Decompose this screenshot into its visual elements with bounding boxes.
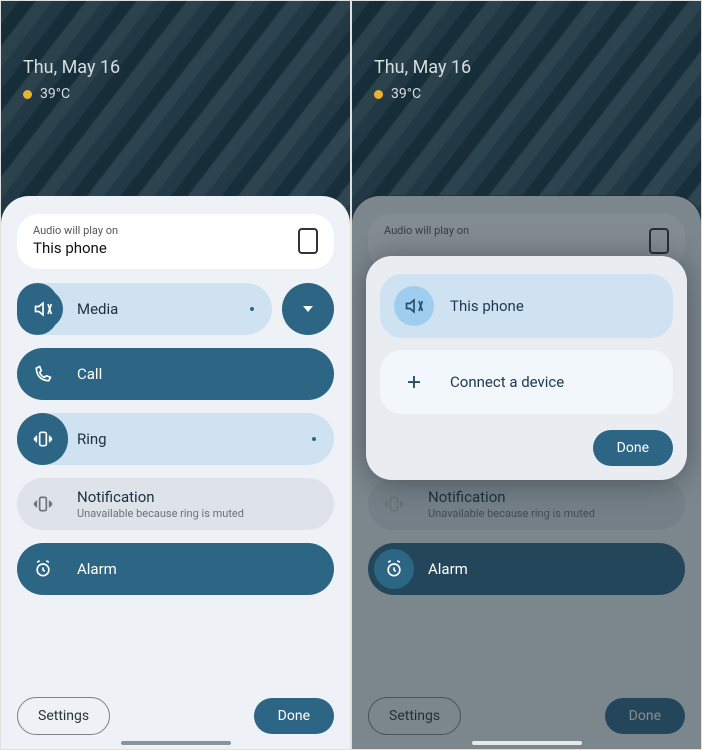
lockscreen-status: Thu, May 16 39°C bbox=[374, 57, 471, 102]
settings-button: Settings bbox=[368, 697, 461, 735]
weather-sun-icon bbox=[374, 90, 383, 99]
weather-row: 39°C bbox=[374, 86, 471, 102]
media-expand-button[interactable] bbox=[282, 283, 334, 335]
notification-slider: Notification Unavailable because ring is… bbox=[368, 478, 685, 530]
ring-slider[interactable]: Ring bbox=[17, 413, 334, 465]
screenshot-left: Thu, May 16 39°C Audio will play on This… bbox=[0, 0, 351, 750]
option-this-phone[interactable]: This phone bbox=[380, 274, 673, 338]
alarm-icon bbox=[374, 549, 414, 589]
vibrate-icon bbox=[23, 484, 63, 524]
option-connect-device[interactable]: Connect a device bbox=[380, 350, 673, 414]
alarm-label: Alarm bbox=[428, 560, 468, 578]
audio-output-eyebrow: Audio will play on bbox=[33, 224, 118, 237]
audio-output-device: This phone bbox=[33, 239, 118, 257]
weather-row: 39°C bbox=[23, 86, 120, 102]
plus-icon bbox=[394, 362, 434, 402]
phone-icon bbox=[298, 228, 318, 254]
volume-sheet: Audio will play on This phone Media bbox=[1, 196, 350, 749]
option-this-phone-label: This phone bbox=[450, 297, 524, 315]
weather-sun-icon bbox=[23, 90, 32, 99]
gesture-nav-bar[interactable] bbox=[121, 741, 231, 745]
audio-output-eyebrow: Audio will play on bbox=[384, 224, 469, 237]
option-connect-label: Connect a device bbox=[450, 373, 564, 391]
temperature-text: 39°C bbox=[391, 86, 421, 102]
alarm-slider: Alarm bbox=[368, 543, 685, 595]
done-button: Done bbox=[605, 698, 685, 734]
audio-output-card[interactable]: Audio will play on This phone bbox=[17, 214, 334, 269]
ring-slider-thumb bbox=[312, 437, 316, 441]
gesture-nav-bar[interactable] bbox=[472, 741, 582, 745]
media-slider[interactable]: Media bbox=[17, 283, 272, 335]
alarm-label: Alarm bbox=[77, 560, 117, 578]
dialog-done-button[interactable]: Done bbox=[593, 430, 673, 466]
alarm-icon bbox=[23, 549, 63, 589]
done-button[interactable]: Done bbox=[254, 698, 334, 734]
call-slider[interactable]: Call bbox=[17, 348, 334, 400]
output-picker-dialog: This phone Connect a device Done bbox=[366, 256, 687, 480]
notification-slider: Notification Unavailable because ring is… bbox=[17, 478, 334, 530]
call-icon bbox=[23, 354, 63, 394]
notification-sublabel: Unavailable because ring is muted bbox=[77, 507, 244, 520]
alarm-slider[interactable]: Alarm bbox=[17, 543, 334, 595]
notification-row: Notification Unavailable because ring is… bbox=[17, 478, 334, 530]
call-row: Call bbox=[17, 348, 334, 400]
screenshot-right: Thu, May 16 39°C Audio will play on This… bbox=[351, 0, 702, 750]
media-mute-icon bbox=[394, 286, 434, 326]
phone-icon bbox=[649, 228, 669, 254]
temperature-text: 39°C bbox=[40, 86, 70, 102]
notification-label: Notification bbox=[428, 488, 595, 506]
sheet-footer: Settings Done bbox=[17, 689, 334, 735]
media-row: Media bbox=[17, 283, 334, 335]
vibrate-icon bbox=[23, 419, 63, 459]
vibrate-icon bbox=[374, 484, 414, 524]
media-mute-icon bbox=[23, 289, 63, 329]
volume-rows: Media Call bbox=[17, 283, 334, 675]
settings-button[interactable]: Settings bbox=[17, 697, 110, 735]
date-text: Thu, May 16 bbox=[23, 57, 120, 78]
date-text: Thu, May 16 bbox=[374, 57, 471, 78]
media-slider-thumb bbox=[250, 307, 254, 311]
media-label: Media bbox=[77, 300, 118, 318]
alarm-row: Alarm bbox=[17, 543, 334, 595]
call-label: Call bbox=[77, 365, 102, 383]
notification-sublabel: Unavailable because ring is muted bbox=[428, 507, 595, 520]
lockscreen-status: Thu, May 16 39°C bbox=[23, 57, 120, 102]
ring-label: Ring bbox=[77, 430, 107, 448]
ring-row: Ring bbox=[17, 413, 334, 465]
notification-label: Notification bbox=[77, 488, 244, 506]
